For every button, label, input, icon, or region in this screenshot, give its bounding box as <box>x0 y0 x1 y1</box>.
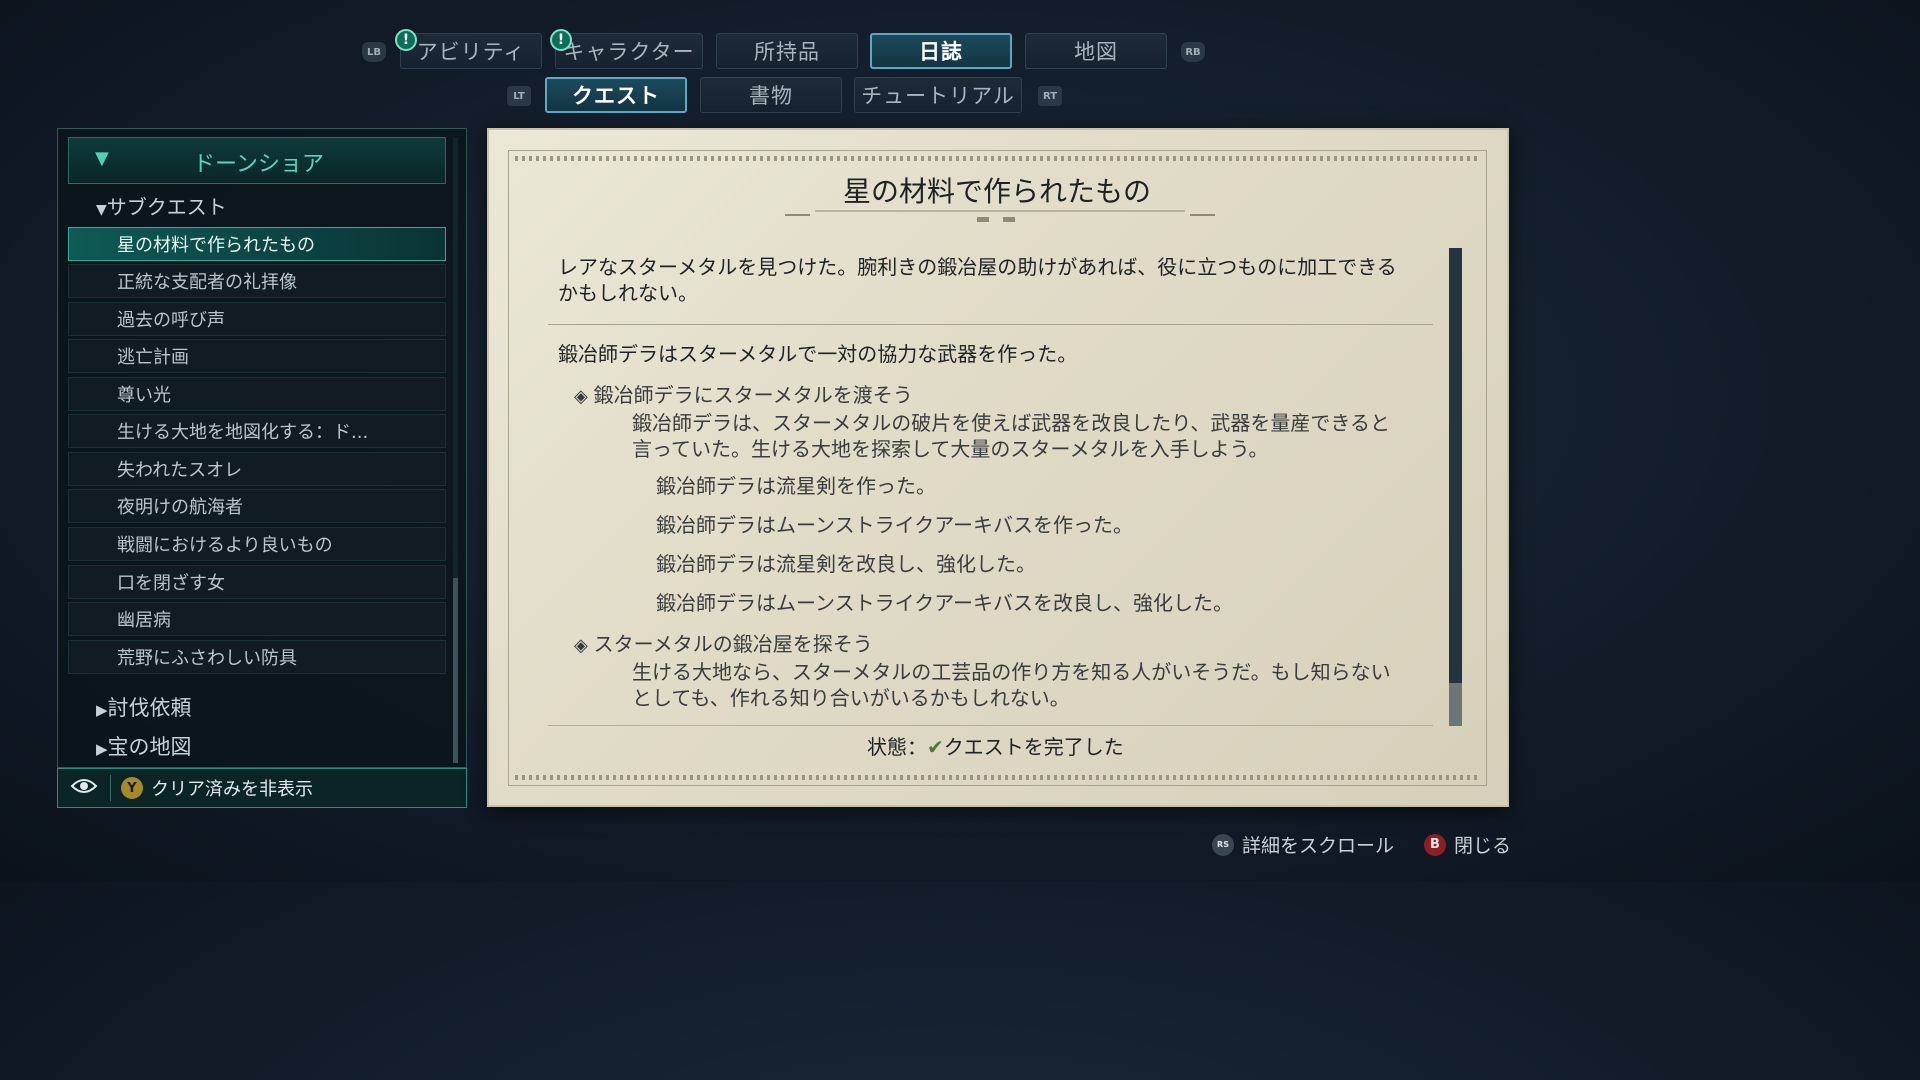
quest-intro-line-2: かもしれない。 <box>558 281 698 305</box>
quest-status: 状態：✔クエストを完了した <box>867 734 1124 760</box>
objective-log-entry: 鍛冶師デラはムーンストライクアーキバスを作った。 <box>656 513 1133 537</box>
lb-button-icon[interactable]: LB <box>362 42 386 62</box>
quest-intro-line-1: レアなスターメタルを見つけた。腕利きの鍛冶屋の助けがあれば、役に立つものに加工で… <box>558 255 1397 279</box>
chevron-down-icon: ▼ <box>96 202 107 218</box>
objective-log-entry: 鍛冶師デラは流星剣を改良し、強化した。 <box>656 552 1036 576</box>
quest-title: 星の材料で作られたもの <box>843 175 1152 208</box>
quest-item[interactable]: 過去の呼び声 <box>68 302 446 336</box>
alert-badge-icon: ! <box>395 29 417 51</box>
y-button-icon: Y <box>121 777 143 799</box>
quest-item[interactable]: 荒野にふさわしい防具 <box>68 640 446 674</box>
category-bounties[interactable]: ▶討伐依頼 <box>96 692 192 722</box>
chevron-down-icon: ▼ <box>95 148 109 169</box>
divider <box>548 725 1433 726</box>
alert-badge-icon: ! <box>550 29 572 51</box>
objective-desc-line-1: 鍛冶師デラは、スターメタルの破片を使えば武器を改良したり、武器を量産できると <box>632 411 1390 435</box>
rb-button-icon[interactable]: RB <box>1181 42 1205 62</box>
hide-completed-label: クリア済みを非表示 <box>151 779 313 800</box>
divider <box>548 324 1433 325</box>
tab-books[interactable]: 書物 <box>700 77 842 113</box>
eye-icon <box>70 776 98 800</box>
diamond-objective-icon: ◈ <box>574 386 594 407</box>
quest-item[interactable]: 夜明けの航海者 <box>68 489 446 523</box>
decorative-border <box>515 775 1480 780</box>
quest-summary: 鍛冶師デラはスターメタルで一対の協力な武器を作った。 <box>558 342 1078 366</box>
tab-abilities[interactable]: アビリティ <box>400 33 542 69</box>
chevron-right-icon: ▶ <box>96 701 108 719</box>
category-label: サブクエスト <box>106 195 227 219</box>
category-label: 宝の地図 <box>107 735 192 759</box>
rs-stick-icon: RS <box>1212 833 1234 856</box>
divider <box>110 775 111 801</box>
decorative-border <box>515 156 1480 161</box>
quest-list-scrollbar[interactable] <box>453 138 458 763</box>
checkmark-icon: ✔ <box>927 735 944 759</box>
lt-button-icon[interactable]: LT <box>507 86 531 106</box>
scrollbar-thumb[interactable] <box>1449 683 1462 726</box>
region-title: ドーンショア <box>193 152 324 177</box>
objective-log-entry: 鍛冶師デラはムーンストライクアーキバスを改良し、強化した。 <box>656 591 1233 615</box>
quest-item[interactable]: 戦闘におけるより良いもの <box>68 527 446 561</box>
status-label: 状態： <box>867 735 927 759</box>
objective-title: ◈ スターメタルの鍛冶屋を探そう <box>574 632 873 656</box>
objective-desc-line-2: としても、作れる知り合いがいるかもしれない。 <box>632 686 1070 710</box>
quest-item[interactable]: 口を閉ざす女 <box>68 565 446 599</box>
tab-inventory[interactable]: 所持品 <box>716 33 858 69</box>
tab-quests[interactable]: クエスト <box>545 77 687 113</box>
objective-log-entry: 鍛冶師デラは流星剣を作った。 <box>656 474 936 498</box>
tab-tutorial[interactable]: チュートリアル <box>854 77 1022 113</box>
hint-close[interactable]: B 閉じる <box>1424 831 1511 858</box>
quest-item[interactable]: 正統な支配者の礼拝像 <box>68 264 446 298</box>
tab-characters[interactable]: キャラクター <box>555 33 703 69</box>
category-subquests[interactable]: ▼サブクエスト <box>96 191 227 220</box>
quest-item[interactable]: 生ける大地を地図化する：ド... <box>68 414 446 448</box>
chevron-right-icon: ▶ <box>96 740 108 758</box>
category-treasure-maps[interactable]: ▶宝の地図 <box>96 731 192 761</box>
detail-scrollbar[interactable] <box>1449 248 1462 726</box>
status-value: クエストを完了した <box>943 735 1124 759</box>
quest-item[interactable]: 星の材料で作られたもの <box>68 227 446 261</box>
quest-item[interactable]: 幽居病 <box>68 602 446 636</box>
hint-label: 詳細をスクロール <box>1242 835 1395 857</box>
hide-completed-toggle[interactable]: Y クリア済みを非表示 <box>57 768 467 808</box>
diamond-objective-icon: ◈ <box>574 635 594 656</box>
objective-desc-line-2: 言っていた。生ける大地を探索して大量のスターメタルを入手しよう。 <box>632 437 1269 461</box>
objective-title: ◈ 鍛冶師デラにスターメタルを渡そう <box>574 383 913 407</box>
rt-button-icon[interactable]: RT <box>1038 86 1062 106</box>
quest-item[interactable]: 逃亡計画 <box>68 339 446 373</box>
region-header[interactable]: ▼ ドーンショア <box>68 137 446 184</box>
objective-desc-line-1: 生ける大地なら、スターメタルの工芸品の作り方を知る人がいそうだ。もし知らない <box>632 660 1391 684</box>
scrollbar-thumb[interactable] <box>453 578 458 763</box>
tab-journal[interactable]: 日誌 <box>870 33 1012 69</box>
hint-label: 閉じる <box>1454 835 1512 857</box>
tab-map[interactable]: 地図 <box>1025 33 1167 69</box>
b-button-icon: B <box>1424 833 1446 856</box>
quest-item[interactable]: 失われたスオレ <box>68 452 446 486</box>
category-label: 討伐依頼 <box>107 696 192 720</box>
title-ornament-icon <box>785 210 1215 222</box>
quest-item[interactable]: 尊い光 <box>68 377 446 411</box>
hint-scroll-details[interactable]: RS 詳細をスクロール <box>1212 831 1394 858</box>
